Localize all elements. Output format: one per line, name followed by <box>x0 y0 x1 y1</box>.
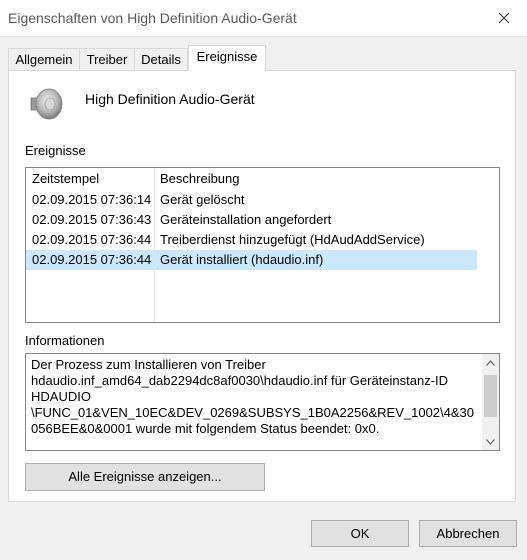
event-row[interactable]: 02.09.2015 07:36:44 Treiberdienst hinzug… <box>26 230 477 250</box>
event-timestamp: 02.09.2015 07:36:44 <box>32 232 152 247</box>
scroll-thumb[interactable] <box>484 375 497 417</box>
event-description: Gerät gelöscht <box>160 192 245 207</box>
chevron-up-icon <box>486 359 495 366</box>
information-textbox[interactable]: Der Prozess zum Installieren von Treiber… <box>25 353 500 451</box>
show-all-events-button[interactable]: Alle Ereignisse anzeigen... <box>25 463 265 491</box>
information-text: Der Prozess zum Installieren von Treiber… <box>31 357 477 437</box>
events-list[interactable]: Zeitstempel Beschreibung 02.09.2015 07:3… <box>25 167 500 323</box>
event-timestamp: 02.09.2015 07:36:14 <box>32 192 152 207</box>
information-label: Informationen <box>25 333 105 348</box>
events-list-header: Zeitstempel Beschreibung <box>26 168 477 190</box>
title-bar: Eigenschaften von High Definition Audio-… <box>0 0 527 37</box>
tab-label: Details <box>141 52 181 67</box>
event-timestamp: 02.09.2015 07:36:43 <box>32 212 152 227</box>
event-description: Gerät installiert (hdaudio.inf) <box>160 252 324 267</box>
scroll-up-button[interactable] <box>482 354 499 371</box>
information-line: hdaudio.inf_amd64_dab2294dc8af0030\hdaud… <box>31 373 449 388</box>
tab-label: Treiber <box>86 52 128 67</box>
cancel-button[interactable]: Abbrechen <box>419 520 517 547</box>
event-description: Treiberdienst hinzugefügt (HdAudAddServi… <box>160 232 425 247</box>
tab-treiber[interactable]: Treiber <box>79 48 135 70</box>
window-title: Eigenschaften von High Definition Audio-… <box>8 10 297 26</box>
information-line: \FUNC_01&VEN_10EC&DEV_0269&SUBSYS_1B0A22… <box>31 405 474 420</box>
information-scrollbar[interactable] <box>482 354 499 450</box>
tab-label: Allgemein <box>15 52 73 67</box>
event-row[interactable]: 02.09.2015 07:36:43 Geräteinstallation a… <box>26 210 477 230</box>
column-header-description[interactable]: Beschreibung <box>160 168 240 190</box>
information-line: HDAUDIO <box>31 389 91 404</box>
device-name: High Definition Audio-Gerät <box>85 91 255 107</box>
event-timestamp: 02.09.2015 07:36:44 <box>32 252 152 267</box>
event-row-selected[interactable]: 02.09.2015 07:36:44 Gerät installiert (h… <box>26 250 477 270</box>
tab-panel-ereignisse: High Definition Audio-Gerät Ereignisse Z… <box>8 70 516 502</box>
tab-allgemein[interactable]: Allgemein <box>8 48 80 70</box>
ok-button[interactable]: OK <box>311 520 409 547</box>
event-row[interactable]: 02.09.2015 07:36:14 Gerät gelöscht <box>26 190 477 210</box>
speaker-icon <box>30 88 63 120</box>
chevron-down-icon <box>486 438 495 445</box>
events-label: Ereignisse <box>25 143 86 158</box>
close-button[interactable] <box>481 0 527 36</box>
tab-details[interactable]: Details <box>134 48 188 70</box>
tab-label: Ereignisse <box>196 49 258 64</box>
tab-ereignisse[interactable]: Ereignisse <box>188 45 266 71</box>
information-line: Der Prozess zum Installieren von Treiber <box>31 357 266 372</box>
close-icon <box>498 12 510 24</box>
scroll-down-button[interactable] <box>482 433 499 450</box>
event-description: Geräteinstallation angefordert <box>160 212 332 227</box>
column-header-timestamp[interactable]: Zeitstempel <box>32 168 99 190</box>
information-line: 056BEE&0&0001 wurde mit folgendem Status… <box>31 421 380 436</box>
